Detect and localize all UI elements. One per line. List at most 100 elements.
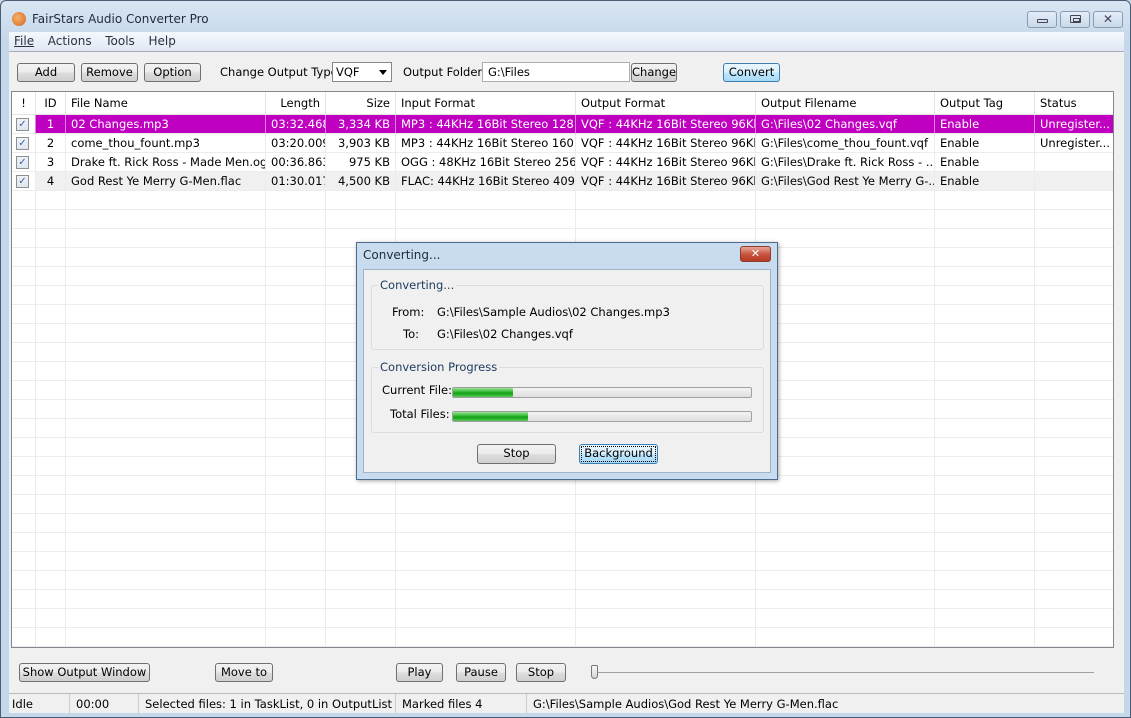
cell-output-tag — [935, 362, 1035, 381]
cell-input-format — [396, 495, 576, 514]
row-checkbox-cell — [12, 381, 36, 400]
cell-length — [266, 609, 326, 628]
col-file-name[interactable]: File Name — [66, 92, 266, 115]
row-checkbox-cell — [12, 552, 36, 571]
menu-bar: File Actions Tools Help — [9, 32, 1124, 51]
cell-length — [266, 267, 326, 286]
cell-output-tag — [935, 514, 1035, 533]
table-row[interactable]: ✓ 4 God Rest Ye Merry G-Men.flac 01:30.017 4… — [12, 172, 1113, 191]
cell-output-filename — [756, 286, 935, 305]
output-folder-input[interactable]: G:\Files — [482, 62, 630, 82]
cell-file-name: 02 Changes.mp3 — [66, 115, 266, 134]
cell-length — [266, 362, 326, 381]
cell-input-format: MP3 : 44KHz 16Bit Stereo 128K... — [396, 115, 576, 134]
cell-length — [266, 381, 326, 400]
converting-dialog: Converting... ✕ Converting... From: G:\F… — [356, 242, 778, 480]
cell-length — [266, 286, 326, 305]
add-button[interactable]: Add — [17, 63, 75, 82]
table-row[interactable]: ✓ 2 come_thou_fount.mp3 03:20.009 3,903 KB MP… — [12, 134, 1113, 153]
empty-row — [12, 514, 1113, 533]
table-header: ! ID File Name Length Size Input Format … — [12, 92, 1113, 115]
cell-size — [326, 495, 396, 514]
row-checkbox-cell — [12, 324, 36, 343]
minimize-button[interactable] — [1027, 11, 1057, 28]
cell-file-name: come_thou_fount.mp3 — [66, 134, 266, 153]
total-files-label: Total Files: — [390, 407, 450, 421]
cell-status — [1035, 362, 1113, 381]
row-checkbox-cell — [12, 248, 36, 267]
cell-id — [36, 324, 66, 343]
col-length[interactable]: Length — [266, 92, 326, 115]
background-button[interactable]: Background — [579, 444, 658, 464]
table-row[interactable]: ✓ 3 Drake ft. Rick Ross - Made Men.ogg 00:3… — [12, 153, 1113, 172]
play-button[interactable]: Play — [396, 663, 443, 682]
col-mark[interactable]: ! — [12, 92, 36, 115]
cell-status — [1035, 552, 1113, 571]
move-to-button[interactable]: Move to — [215, 663, 273, 682]
row-checkbox[interactable]: ✓ — [16, 137, 29, 150]
cell-id — [36, 419, 66, 438]
cell-status — [1035, 438, 1113, 457]
pause-button[interactable]: Pause — [456, 663, 506, 682]
row-checkbox[interactable]: ✓ — [16, 156, 29, 169]
cell-id — [36, 305, 66, 324]
cell-input-format: FLAC: 44KHz 16Bit Stereo 409... — [396, 172, 576, 191]
stop-playback-button[interactable]: Stop — [516, 663, 566, 682]
option-button[interactable]: Option — [144, 63, 201, 82]
app-window: FairStars Audio Converter Pro ✕ File Act… — [0, 0, 1131, 718]
show-output-window-button[interactable]: Show Output Window — [19, 663, 150, 682]
cell-length — [266, 229, 326, 248]
cell-output-filename — [756, 191, 935, 210]
table-row[interactable]: ✓ 1 02 Changes.mp3 03:32.468 3,334 KB MP3 : 4… — [12, 115, 1113, 134]
col-output-tag[interactable]: Output Tag — [935, 92, 1035, 115]
row-checkbox[interactable]: ✓ — [16, 118, 29, 131]
col-output-filename[interactable]: Output Filename — [756, 92, 935, 115]
cell-id — [36, 552, 66, 571]
cell-output-tag — [935, 457, 1035, 476]
cell-output-tag — [935, 286, 1035, 305]
menu-actions[interactable]: Actions — [43, 32, 97, 48]
seek-slider[interactable] — [591, 665, 1094, 679]
seek-slider-thumb[interactable] — [591, 665, 598, 679]
cell-id — [36, 400, 66, 419]
col-output-format[interactable]: Output Format — [576, 92, 756, 115]
cell-file-name — [66, 419, 266, 438]
row-checkbox[interactable]: ✓ — [16, 175, 29, 188]
cell-status — [1035, 628, 1113, 647]
cell-status: Unregister... — [1035, 115, 1113, 134]
dialog-close-button[interactable]: ✕ — [740, 246, 771, 262]
menu-tools[interactable]: Tools — [100, 32, 140, 48]
maximize-button[interactable] — [1060, 11, 1090, 28]
col-size[interactable]: Size — [326, 92, 396, 115]
cell-output-format — [576, 628, 756, 647]
menu-help[interactable]: Help — [143, 32, 180, 48]
output-type-select[interactable]: VQF — [332, 62, 392, 82]
col-id[interactable]: ID — [36, 92, 66, 115]
status-bar: Idle 00:00 Selected files: 1 in TaskList… — [9, 693, 1124, 714]
change-folder-button[interactable]: Change — [631, 63, 677, 82]
cell-input-format — [396, 191, 576, 210]
cell-file-name: Drake ft. Rick Ross - Made Men.ogg — [66, 153, 266, 172]
cell-output-filename — [756, 229, 935, 248]
row-checkbox-cell — [12, 533, 36, 552]
cell-file-name — [66, 210, 266, 229]
cell-size — [326, 533, 396, 552]
cell-file-name — [66, 514, 266, 533]
cell-output-format — [576, 571, 756, 590]
close-button[interactable]: ✕ — [1093, 11, 1123, 28]
cell-output-filename — [756, 343, 935, 362]
cell-output-tag — [935, 248, 1035, 267]
cell-output-tag — [935, 476, 1035, 495]
remove-button[interactable]: Remove — [81, 63, 138, 82]
col-status[interactable]: Status — [1035, 92, 1113, 115]
cell-status — [1035, 514, 1113, 533]
cell-status — [1035, 172, 1113, 191]
cell-output-tag — [935, 571, 1035, 590]
convert-button[interactable]: Convert — [723, 63, 780, 82]
menu-file[interactable]: File — [9, 32, 39, 48]
cell-input-format — [396, 609, 576, 628]
col-input-format[interactable]: Input Format — [396, 92, 576, 115]
dialog-stop-button[interactable]: Stop — [477, 444, 556, 464]
cell-output-format: VQF : 44KHz 16Bit Stereo 96Kb... — [576, 115, 756, 134]
cell-output-filename — [756, 362, 935, 381]
